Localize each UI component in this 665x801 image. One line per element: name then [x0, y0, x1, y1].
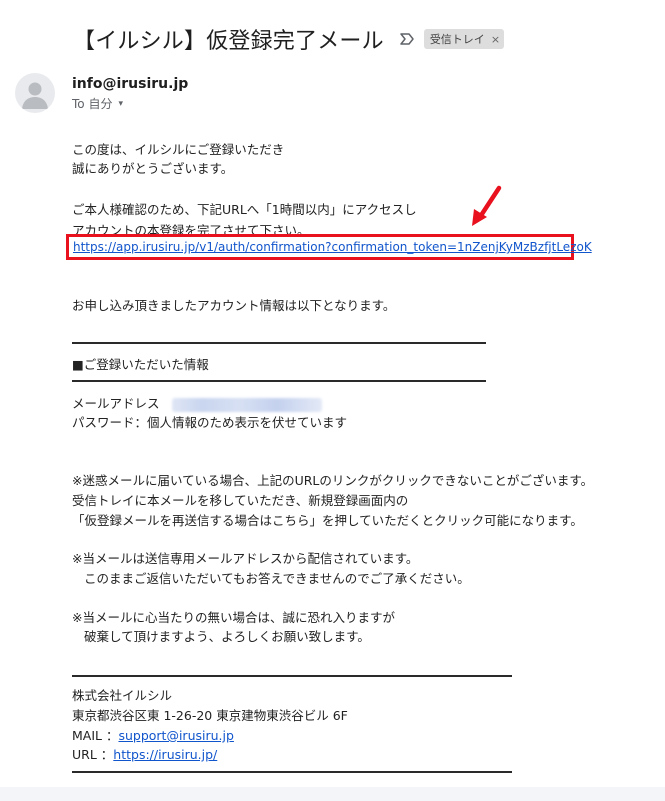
- account-info-intro: お申し込み頂きましたアカウント情報は以下となります。: [72, 298, 396, 313]
- red-arrow-icon: [472, 185, 502, 226]
- signature-address: 東京都渋谷区東 1-26-20 東京建物東渋谷ビル 6F: [72, 708, 348, 723]
- email-view: 【イルシル】仮登録完了メール 受信トレイ × info@irusiru.jp T…: [0, 0, 665, 801]
- instruction-line-1: ご本人様確認のため、下記URLへ「1時間以内」にアクセスし: [72, 202, 417, 217]
- label-arrow-icon[interactable]: [398, 30, 416, 48]
- recipient-line[interactable]: To 自分 ▾: [72, 95, 123, 112]
- confirmation-link-highlight: https://app.irusiru.jp/v1/auth/confirmat…: [66, 234, 592, 260]
- signature-url-label: URL ：: [72, 747, 114, 762]
- notice-1-line-2: 受信トレイに本メールを移していただき、新規登録画面内の: [72, 493, 409, 508]
- signature-url-line: URL ：https://irusiru.jp/: [72, 745, 217, 764]
- blurred-email-value: [171, 397, 322, 412]
- mail-address-label: メールアドレス: [72, 396, 160, 411]
- signature-mail-label: MAIL ：: [72, 728, 119, 743]
- notice-1-line-1: ※迷惑メールに届いている場合、上記のURLのリンクがクリックできないことがござい…: [72, 473, 594, 488]
- divider: [72, 342, 486, 344]
- notice-3-line-2: 破棄して頂けますよう、よろしくお願い致します。: [84, 629, 370, 644]
- notice-1-line-3: 「仮登録メールを再送信する場合はこちら」を押していただくとクリック可能になります…: [72, 513, 583, 528]
- support-email-link[interactable]: support@irusiru.jp: [118, 728, 233, 743]
- divider: [72, 771, 512, 773]
- avatar-person-icon: [22, 82, 48, 109]
- signature-mail-line: MAIL ：support@irusiru.jp: [72, 726, 234, 745]
- divider: [72, 675, 512, 677]
- email-subject: 【イルシル】仮登録完了メール: [73, 29, 384, 54]
- sender-email[interactable]: info@irusiru.jp: [72, 76, 188, 92]
- greeting-line-2: 誠にありがとうございます。: [72, 161, 234, 176]
- chevron-down-icon[interactable]: ▾: [118, 99, 123, 109]
- notice-2-line-1: ※当メールは送信専用メールアドレスから配信されています。: [72, 551, 419, 566]
- divider: [72, 380, 486, 382]
- confirmation-link[interactable]: https://app.irusiru.jp/v1/auth/confirmat…: [73, 240, 592, 254]
- signature-company: 株式会社イルシル: [72, 688, 173, 703]
- bottom-strip: [0, 787, 665, 801]
- notice-2-line-2: このままご返信いただいてもお答えできませんのでご了承ください。: [84, 571, 470, 586]
- password-line: パスワード：個人情報のため表示を伏せています: [72, 415, 348, 430]
- remove-label-icon[interactable]: ×: [491, 33, 500, 46]
- website-link[interactable]: https://irusiru.jp/: [113, 747, 217, 762]
- recipient-label: To 自分: [72, 97, 113, 111]
- notice-3-line-1: ※当メールに心当たりの無い場合は、誠に恐れ入りますが: [72, 610, 395, 625]
- inbox-label-chip[interactable]: 受信トレイ ×: [423, 29, 505, 49]
- subject-row: 【イルシル】仮登録完了メール 受信トレイ ×: [73, 22, 505, 56]
- instruction-line-2: アカウントの本登録を完了させて下さい。: [72, 223, 310, 234]
- avatar[interactable]: [15, 73, 55, 113]
- section-title: ■ご登録いただいた情報: [72, 357, 209, 372]
- greeting-line-1: この度は、イルシルにご登録いただき: [72, 142, 285, 157]
- mail-address-line: メールアドレス: [72, 394, 322, 413]
- inbox-label-text: 受信トレイ: [429, 33, 485, 46]
